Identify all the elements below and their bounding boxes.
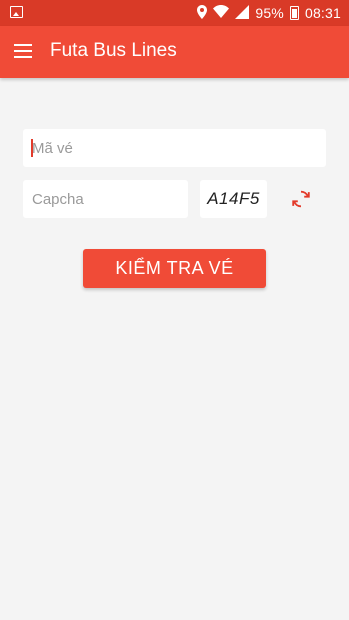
status-bar: 95% 08:31 bbox=[0, 0, 349, 26]
captcha-code: A14F5 bbox=[200, 180, 267, 218]
text-cursor bbox=[31, 139, 33, 157]
clock: 08:31 bbox=[304, 5, 341, 21]
battery-percentage: 95% bbox=[255, 5, 284, 21]
app-bar: Futa Bus Lines bbox=[0, 26, 349, 78]
menu-icon[interactable] bbox=[14, 44, 32, 58]
refresh-captcha-icon[interactable] bbox=[290, 188, 312, 210]
wifi-icon bbox=[213, 5, 230, 21]
location-icon bbox=[197, 4, 208, 22]
check-ticket-button[interactable]: KIỂM TRA VÉ bbox=[83, 249, 266, 288]
captcha-input[interactable] bbox=[23, 180, 188, 218]
signal-icon bbox=[235, 4, 250, 22]
gallery-notification-icon bbox=[10, 6, 23, 18]
battery-icon bbox=[289, 6, 299, 20]
status-icons: 95% 08:31 bbox=[197, 0, 341, 26]
ticket-code-input[interactable] bbox=[23, 129, 326, 167]
app-title: Futa Bus Lines bbox=[50, 40, 177, 61]
